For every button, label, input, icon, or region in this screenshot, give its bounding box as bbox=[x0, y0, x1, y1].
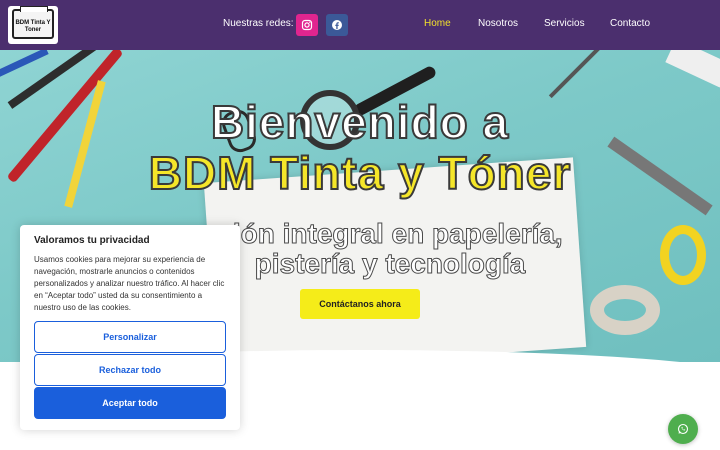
facebook-icon bbox=[332, 20, 342, 30]
nav-contacto[interactable]: Contacto bbox=[610, 18, 650, 29]
contact-now-button[interactable]: Contáctanos ahora bbox=[300, 289, 420, 319]
nav-nosotros[interactable]: Nosotros bbox=[478, 18, 518, 29]
hero-decor-scissors-handle bbox=[660, 225, 706, 285]
instagram-button[interactable] bbox=[296, 14, 318, 36]
hero-decor-tube bbox=[665, 50, 720, 88]
facebook-button[interactable] bbox=[326, 14, 348, 36]
logo-text: BDM Tinta Y Toner bbox=[15, 20, 51, 33]
hero-decor-compass bbox=[548, 50, 602, 99]
hero-title-line2: BDM Tinta y Tóner bbox=[148, 146, 572, 200]
hero-decor-pen bbox=[0, 50, 49, 80]
whatsapp-icon bbox=[677, 423, 689, 435]
logo[interactable]: BDM Tinta Y Toner bbox=[8, 6, 58, 44]
socials-label: Nuestras redes: bbox=[223, 18, 294, 29]
customize-button[interactable]: Personalizar bbox=[34, 321, 226, 353]
instagram-icon bbox=[301, 19, 313, 31]
cookie-title: Valoramos tu privacidad bbox=[34, 235, 150, 246]
cookie-consent-panel: Valoramos tu privacidad Usamos cookies p… bbox=[20, 225, 240, 430]
accept-all-button[interactable]: Aceptar todo bbox=[34, 387, 226, 419]
reject-all-button[interactable]: Rechazar todo bbox=[34, 354, 226, 386]
cookie-body: Usamos cookies para mejorar su experienc… bbox=[34, 255, 225, 312]
hero-title-line1: Bienvenido a bbox=[210, 95, 510, 149]
hero-decor-tape bbox=[590, 285, 660, 335]
site-header: BDM Tinta Y Toner Nuestras redes: Home N… bbox=[0, 0, 720, 50]
whatsapp-chat-button[interactable] bbox=[668, 414, 698, 444]
nav-home[interactable]: Home bbox=[424, 18, 451, 29]
nav-servicios[interactable]: Servicios bbox=[544, 18, 585, 29]
